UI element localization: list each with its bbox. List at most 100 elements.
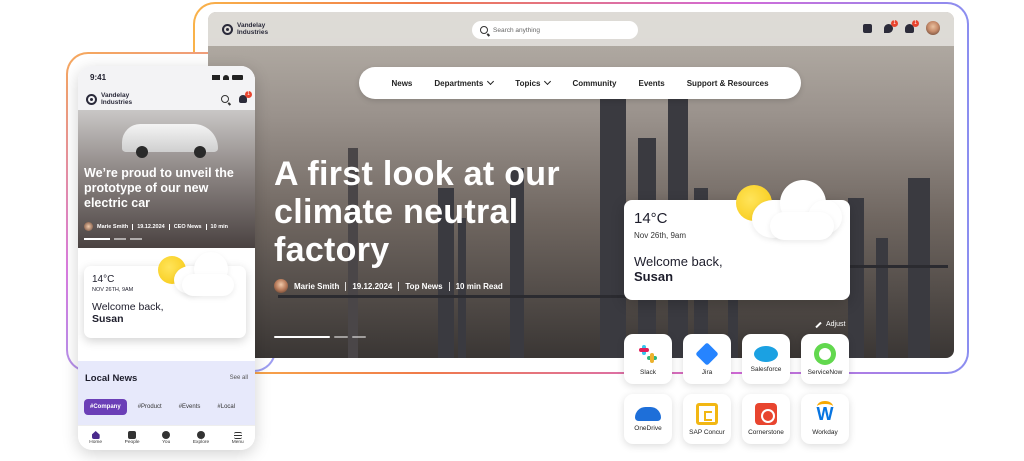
chevron-down-icon — [487, 77, 495, 86]
carousel-dot[interactable] — [274, 336, 330, 338]
nav-support[interactable]: Support & Resources — [687, 79, 769, 88]
sap-concur-icon — [696, 402, 718, 425]
nav-community-label: Community — [572, 78, 617, 88]
mobile-hero-author: Marie Smith — [97, 223, 129, 230]
mobile-hero[interactable]: We’re proud to unveil the prototype of o… — [78, 110, 255, 248]
cornerstone-icon — [755, 402, 777, 425]
app-jira[interactable]: Jira — [683, 334, 731, 384]
hero-title[interactable]: A first look at our climate neutral fact… — [274, 155, 634, 269]
salesforce-icon — [754, 345, 778, 362]
carousel-dot[interactable] — [84, 238, 110, 240]
mobile-bell-badge: 1 — [245, 91, 252, 98]
see-all-link[interactable]: See all — [230, 375, 248, 381]
cloud-shape — [770, 212, 834, 240]
author-avatar — [274, 279, 288, 293]
onedrive-icon — [635, 406, 661, 421]
bell-icon[interactable]: 1 — [239, 91, 252, 103]
local-news-section: Local News See all #Company #Product #Ev… — [78, 361, 255, 425]
mobile-hero-date: 19.12.2024 — [137, 223, 165, 230]
tag-filter-list: #Company #Product #Events #Local — [84, 399, 241, 415]
top-bar-actions: 1 1 — [863, 19, 940, 35]
chevron-down-icon — [544, 77, 552, 86]
app-servicenow[interactable]: ServiceNow — [801, 334, 849, 384]
hero-meta: Marie Smith 19.12.2024 Top News 10 min R… — [274, 279, 503, 293]
mobile-tab-bar: Home People You Explore Menu — [78, 425, 255, 450]
nav-topics[interactable]: Topics — [515, 77, 552, 88]
brand-name: Vandelay Industries — [237, 22, 269, 36]
adjust-label: Adjust — [826, 321, 846, 328]
menu-icon — [233, 431, 242, 439]
mobile-brand-logo[interactable]: Vandelay Industries — [86, 92, 145, 106]
user-name: Susan — [634, 269, 674, 284]
chat-badge: 1 — [891, 19, 898, 27]
carousel-dot[interactable] — [334, 336, 348, 338]
mobile-device: 9:41 Vandelay Industries 1 We’re proud t… — [78, 66, 255, 450]
nav-departments[interactable]: Departments — [434, 77, 495, 88]
tag-company[interactable]: #Company — [84, 399, 127, 415]
hero-date: 19.12.2024 — [352, 281, 393, 291]
app-sap-concur[interactable]: SAP Concur — [683, 394, 731, 444]
mobile-header-actions: 1 — [221, 91, 252, 103]
car-wheel — [194, 146, 206, 158]
tab-you-label: You — [162, 440, 171, 445]
mobile-hero-category: CEO News — [173, 223, 202, 230]
tag-local[interactable]: #Local — [211, 399, 241, 415]
carousel-dot[interactable] — [352, 336, 366, 338]
chat-icon[interactable]: 1 — [884, 19, 898, 33]
tab-explore[interactable]: Explore — [193, 431, 209, 445]
search-placeholder: Search anything — [493, 26, 540, 34]
status-time: 9:41 — [90, 72, 107, 82]
nav-events[interactable]: Events — [638, 79, 664, 88]
carousel-dot[interactable] — [114, 238, 126, 240]
jira-icon — [695, 341, 719, 366]
app-label: Slack — [640, 368, 656, 376]
tab-you[interactable]: You — [162, 431, 170, 445]
screenshot-stage: Vandelay Industries Search anything 1 1 … — [0, 0, 1024, 461]
tab-home-label: Home — [89, 440, 103, 445]
app-label: OneDrive — [634, 424, 662, 432]
hero-read-time: 10 min Read — [455, 281, 503, 291]
desktop-window: Vandelay Industries Search anything 1 1 … — [208, 12, 954, 358]
adjust-button[interactable]: Adjust — [815, 321, 845, 328]
app-cornerstone[interactable]: Cornerstone — [742, 394, 790, 444]
tag-events[interactable]: #Events — [173, 399, 207, 415]
document-icon[interactable] — [863, 23, 872, 33]
status-icons — [212, 74, 243, 80]
mobile-brand-name: Vandelay Industries — [101, 92, 133, 106]
app-label: SAP Concur — [689, 428, 725, 436]
main-navigation: News Departments Topics Community Events… — [359, 67, 801, 99]
mobile-carousel-indicator — [84, 238, 142, 240]
bell-badge: 1 — [912, 19, 919, 27]
bell-icon[interactable]: 1 — [905, 19, 919, 33]
hero-author: Marie Smith — [294, 281, 340, 291]
tag-product[interactable]: #Product — [132, 399, 168, 415]
search-icon[interactable] — [221, 95, 229, 103]
app-salesforce[interactable]: Salesforce — [742, 334, 790, 384]
welcome-text: Welcome back, — [92, 301, 164, 313]
nav-community[interactable]: Community — [572, 79, 616, 88]
app-workday[interactable]: W Workday — [801, 394, 849, 444]
mobile-hero-title: We’re proud to unveil the prototype of o… — [84, 166, 234, 210]
mobile-hero-meta: Marie Smith 19.12.2024 CEO News 10 min — [84, 222, 228, 231]
pencil-icon — [815, 321, 822, 328]
user-avatar[interactable] — [926, 21, 940, 35]
brand-logo[interactable]: Vandelay Industries — [222, 22, 281, 36]
search-icon — [480, 26, 488, 34]
cloud-shape — [182, 274, 234, 296]
nav-news[interactable]: News — [391, 79, 412, 88]
tab-menu[interactable]: Menu — [232, 431, 244, 445]
local-news-title: Local News — [85, 373, 138, 384]
tab-people[interactable]: People — [125, 431, 140, 445]
nav-news-label: News — [391, 78, 413, 88]
workday-icon: W — [814, 400, 836, 425]
tab-home[interactable]: Home — [89, 431, 102, 445]
carousel-dot[interactable] — [130, 238, 142, 240]
app-label: Jira — [701, 368, 713, 376]
mobile-status-bar: 9:41 — [78, 66, 255, 88]
nav-events-label: Events — [638, 78, 665, 88]
app-onedrive[interactable]: OneDrive — [624, 394, 672, 444]
user-icon — [162, 431, 171, 439]
slack-icon — [637, 343, 659, 365]
search-input[interactable]: Search anything — [472, 21, 638, 39]
app-slack[interactable]: Slack — [624, 334, 672, 384]
